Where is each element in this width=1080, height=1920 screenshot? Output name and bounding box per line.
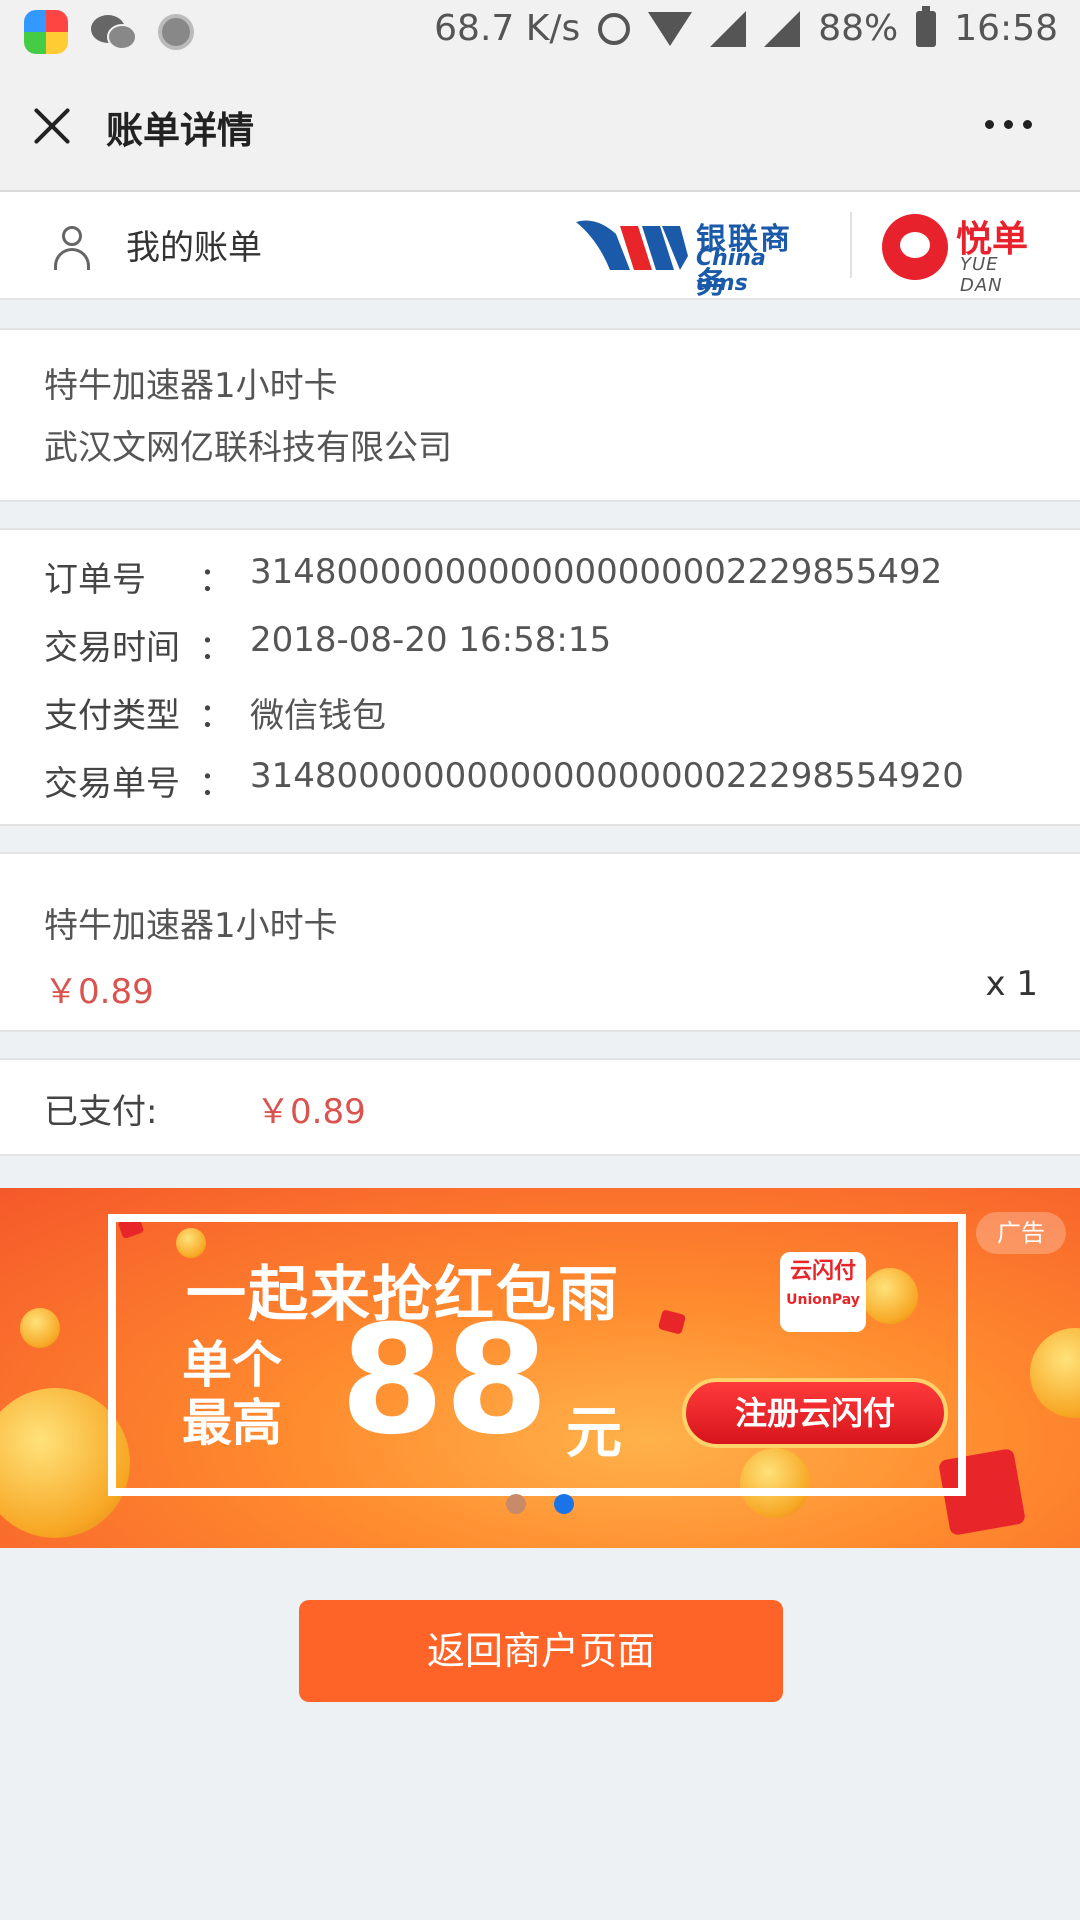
register-cta-button[interactable]: 注册云闪付 (682, 1378, 948, 1448)
pay-type-label: 支付类型 (44, 696, 180, 736)
more-dot-icon (1004, 120, 1013, 129)
chinaums-en-text: China ums (696, 246, 766, 296)
trade-time-value: 2018-08-20 16:58:15 (250, 620, 612, 660)
banner-sub1: 单个 (182, 1336, 282, 1394)
coin-decoration (1030, 1328, 1080, 1418)
wifi-icon (648, 11, 693, 46)
carousel-dots (506, 1494, 574, 1514)
app-store-icon (24, 10, 68, 54)
bill-header: 我的账单 银联商务 China ums 悦单 YUE DAN (0, 192, 1080, 301)
trade-number-value: 314800000000000000000022298554920 (250, 756, 964, 796)
trade-time-label: 交易时间 (44, 628, 180, 668)
record-icon (158, 14, 194, 50)
colon: ： (199, 628, 233, 668)
yuedan-logo: 悦单 YUE DAN (880, 210, 1040, 296)
ad-tag: 广告 (976, 1212, 1066, 1254)
return-to-merchant-button[interactable]: 返回商户页面 (299, 1600, 783, 1702)
item-price: ￥0.89 (44, 972, 154, 1012)
battery-icon (916, 5, 937, 47)
merchant-product: 特牛加速器1小时卡 (44, 366, 338, 406)
paid-amount: ￥0.89 (256, 1092, 366, 1132)
title-bar: 账单详情 (0, 64, 1080, 192)
signal-icon-2 (764, 10, 801, 47)
item-name: 特牛加速器1小时卡 (44, 906, 338, 946)
merchant-card: 特牛加速器1小时卡 武汉文网亿联科技有限公司 (0, 328, 1080, 502)
app-sub: UnionPay (786, 1292, 860, 1308)
app-name: 云闪付 (789, 1259, 856, 1284)
order-number-value: 31480000000000000000002229855492 (250, 552, 943, 592)
trade-number-label: 交易单号 (44, 764, 180, 804)
battery-percent: 88% (818, 8, 899, 49)
ad-banner[interactable]: 一起来抢红包雨 单个 最高 88 元 云闪付 UnionPay 注册云闪付 广告 (0, 1188, 1080, 1548)
status-bar: 68.7 K/s 88% 16:58 (0, 0, 1080, 64)
alarm-icon (598, 12, 631, 45)
wechat-icon (90, 13, 137, 51)
product-card: 特牛加速器1小时卡 ￥0.89 x 1 (0, 852, 1080, 1032)
item-quantity: x 1 (985, 964, 1038, 1004)
clock-time: 16:58 (954, 8, 1058, 49)
banner-subline: 单个 最高 (182, 1336, 282, 1452)
banner-sub2: 最高 (182, 1394, 282, 1452)
coin-decoration (20, 1308, 60, 1348)
chinaums-logo: 银联商务 China ums (576, 212, 821, 301)
yuedan-mark-icon (882, 214, 948, 280)
yunshanfu-card-icon: 云闪付 UnionPay (780, 1252, 866, 1332)
merchant-company: 武汉文网亿联科技有限公司 (44, 428, 452, 468)
my-bill-link[interactable]: 我的账单 (126, 220, 262, 269)
page-title: 账单详情 (106, 109, 254, 152)
network-speed: 68.7 K/s (434, 8, 581, 49)
pay-type-value: 微信钱包 (250, 696, 386, 736)
logo-divider (850, 212, 852, 278)
close-icon[interactable] (30, 104, 74, 148)
carousel-dot-active[interactable] (554, 1494, 574, 1514)
paid-label: 已支付: (44, 1092, 158, 1132)
colon: ： (199, 560, 233, 600)
carousel-dot[interactable] (506, 1494, 526, 1514)
yuedan-en-text: YUE DAN (960, 254, 1003, 296)
order-number-label: 订单号 (44, 560, 146, 600)
banner-unit: 元 (566, 1401, 622, 1466)
more-options-button[interactable] (985, 120, 1032, 129)
signal-icon (710, 10, 747, 47)
more-dot-icon (1023, 120, 1032, 129)
colon: ： (199, 696, 233, 736)
user-icon (52, 226, 92, 270)
more-dot-icon (985, 120, 994, 129)
order-info-card: 订单号 ： 31480000000000000000002229855492 交… (0, 528, 1080, 826)
paid-card: 已支付: ￥0.89 (0, 1058, 1080, 1156)
colon: ： (199, 764, 233, 804)
banner-amount: 88 (340, 1294, 549, 1468)
